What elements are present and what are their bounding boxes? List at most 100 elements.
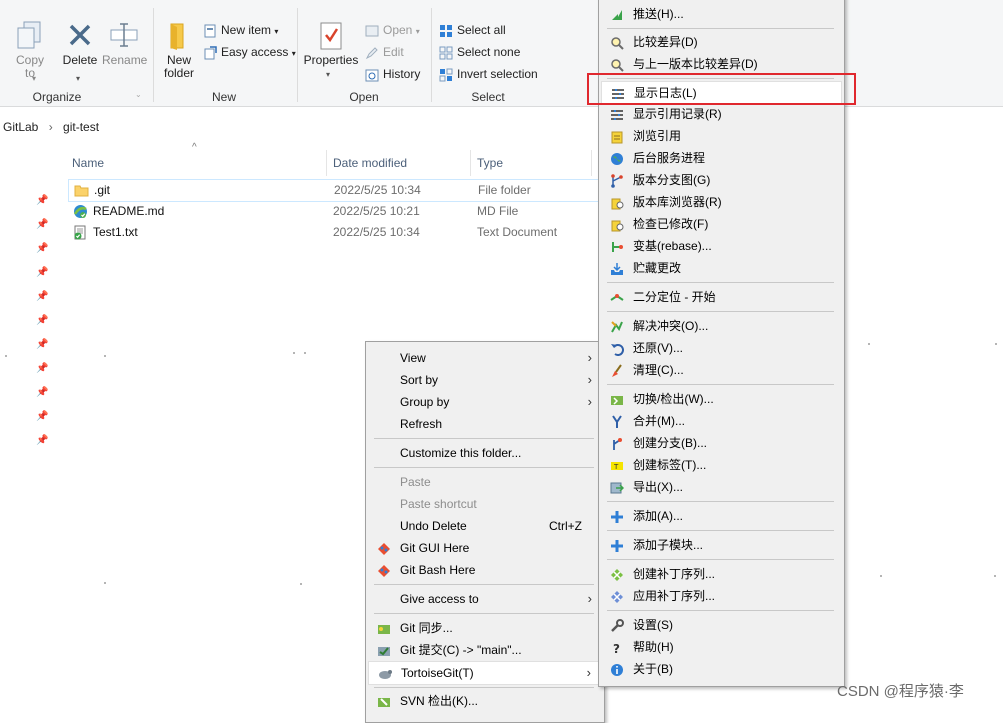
column-header-date[interactable]: Date modified [333,152,407,174]
menu-separator [374,467,594,468]
menu-item-group-by[interactable]: Group by › [368,391,602,413]
menu-item-create-tag[interactable]: T 创建标签(T)... [601,454,842,476]
menu-item-add[interactable]: 添加(A)... [601,505,842,527]
menu-item-apply-patch[interactable]: 应用补丁序列... [601,585,842,607]
rename-button[interactable]: Rename [102,20,147,67]
menu-item-settings[interactable]: 设置(S) [601,614,842,636]
easy-access-icon [203,46,217,60]
menu-item-browse-refs[interactable]: 浏览引用 [601,125,842,147]
tortoisegit-icon [378,666,392,680]
menu-separator [607,610,834,611]
column-header-name[interactable]: Name [72,152,104,174]
menu-item-sort-by[interactable]: Sort by › [368,369,602,391]
info-icon [610,662,624,676]
menu-item-refresh[interactable]: Refresh [368,413,602,435]
resolve-icon [610,319,624,333]
new-item-button[interactable]: New item ▾ [203,21,278,39]
rename-icon [108,20,140,52]
organize-expand-icon: ⌄ [135,90,142,99]
menu-item-repo-browser[interactable]: 版本库浏览器(R) [601,191,842,213]
invert-selection-button[interactable]: Invert selection [439,65,538,83]
easy-access-button[interactable]: Easy access ▾ [203,43,296,61]
help-icon: ? [610,640,624,656]
plus-icon [610,538,624,552]
select-all-icon [439,24,453,38]
menu-item-show-reflog[interactable]: 显示引用记录(R) [601,103,842,125]
open-icon [365,24,379,38]
select-all-button[interactable]: Select all [439,21,506,39]
open-button[interactable]: Open ▾ [365,21,420,39]
revision-graph-icon [610,173,624,188]
pin-icon: 📌 [36,411,49,422]
menu-item-daemon[interactable]: 后台服务进程 [601,147,842,169]
pin-icon: 📌 [36,363,49,374]
edit-button[interactable]: Edit [365,43,404,61]
file-row[interactable]: Test1.txt 2022/5/25 10:34 Text Document [68,222,603,243]
shortcut-label: Ctrl+Z [549,519,582,533]
column-header-type[interactable]: Type [477,152,503,174]
patch-icon [610,567,624,581]
menu-item-view[interactable]: View › [368,347,602,369]
menu-item-switch-checkout[interactable]: 切换/检出(W)... [601,388,842,410]
copy-to-button[interactable]: Copy to [10,20,50,80]
wrench-icon [610,618,624,632]
pin-icon: 📌 [36,195,49,206]
menu-item-check-modifications[interactable]: 检查已修改(F) [601,213,842,235]
push-icon [610,7,624,21]
menu-item-give-access[interactable]: Give access to › [368,588,602,610]
menu-item-export[interactable]: 导出(X)... [601,476,842,498]
menu-separator [374,438,594,439]
menu-item-git-commit[interactable]: Git 提交(C) -> "main"... [368,639,602,661]
file-date: 2022/5/25 10:34 [334,183,421,197]
menu-item-merge[interactable]: 合并(M)... [601,410,842,432]
select-none-button[interactable]: Select none [439,43,520,61]
background-speck [304,352,306,354]
menu-item-rebase[interactable]: 变基(rebase)... [601,235,842,257]
file-row[interactable]: README.md 2022/5/25 10:21 MD File [68,201,603,222]
menu-item-revision-graph[interactable]: 版本分支图(G) [601,169,842,191]
breadcrumb-item-gitlab[interactable]: GitLab [3,120,38,134]
menu-item-diff[interactable]: 比较差异(D) [601,31,842,53]
menu-item-resolve[interactable]: 解决冲突(O)... [601,315,842,337]
menu-item-about[interactable]: 关于(B) [601,658,842,680]
menu-item-customize-folder[interactable]: Customize this folder... [368,442,602,464]
menu-item-stash[interactable]: 贮藏更改 [601,257,842,279]
menu-item-tortoisegit[interactable]: TortoiseGit(T) › [368,661,602,685]
menu-item-paste-shortcut[interactable]: Paste shortcut [368,493,602,515]
menu-item-paste[interactable]: Paste [368,471,602,493]
history-button[interactable]: History [365,65,420,83]
bisect-icon [610,290,624,304]
background-speck [104,582,106,584]
new-folder-button[interactable]: New folder [158,20,200,80]
ribbon-divider [153,8,154,102]
menu-item-bisect[interactable]: 二分定位 - 开始 [601,286,842,308]
menu-item-revert[interactable]: 还原(V)... [601,337,842,359]
submenu-arrow-icon: › [587,350,592,365]
menu-item-git-sync[interactable]: Git 同步... [368,617,602,639]
menu-item-git-bash[interactable]: Git Bash Here [368,559,602,581]
menu-item-git-gui[interactable]: Git GUI Here [368,537,602,559]
invert-selection-icon [439,68,453,82]
menu-item-push[interactable]: 推送(H)... [601,3,842,25]
submenu-arrow-icon: › [586,665,591,680]
menu-item-help[interactable]: ? 帮助(H) [601,636,842,658]
git-bash-icon [377,563,391,577]
copy-icon [14,20,46,52]
menu-item-undo-delete[interactable]: Undo Delete Ctrl+Z [368,515,602,537]
menu-item-create-patch[interactable]: 创建补丁序列... [601,563,842,585]
menu-item-create-branch[interactable]: 创建分支(B)... [601,432,842,454]
file-type: Text Document [477,225,558,239]
menu-item-cleanup[interactable]: 清理(C)... [601,359,842,381]
folder-icon [163,20,195,52]
menu-item-diff-previous[interactable]: 与上一版本比较差异(D) [601,53,842,75]
menu-item-add-submodule[interactable]: 添加子模块... [601,534,842,556]
delete-button[interactable]: Delete [60,20,100,67]
file-type: File folder [478,183,531,197]
background-speck [104,355,106,357]
file-row[interactable]: .git 2022/5/25 10:34 File folder [68,179,605,202]
breadcrumb-item-current[interactable]: git-test [63,120,99,134]
properties-button[interactable]: Properties [303,20,359,67]
menu-item-svn-checkout[interactable]: SVN 检出(K)... [368,690,602,712]
properties-icon [315,20,347,52]
column-divider [470,150,471,176]
